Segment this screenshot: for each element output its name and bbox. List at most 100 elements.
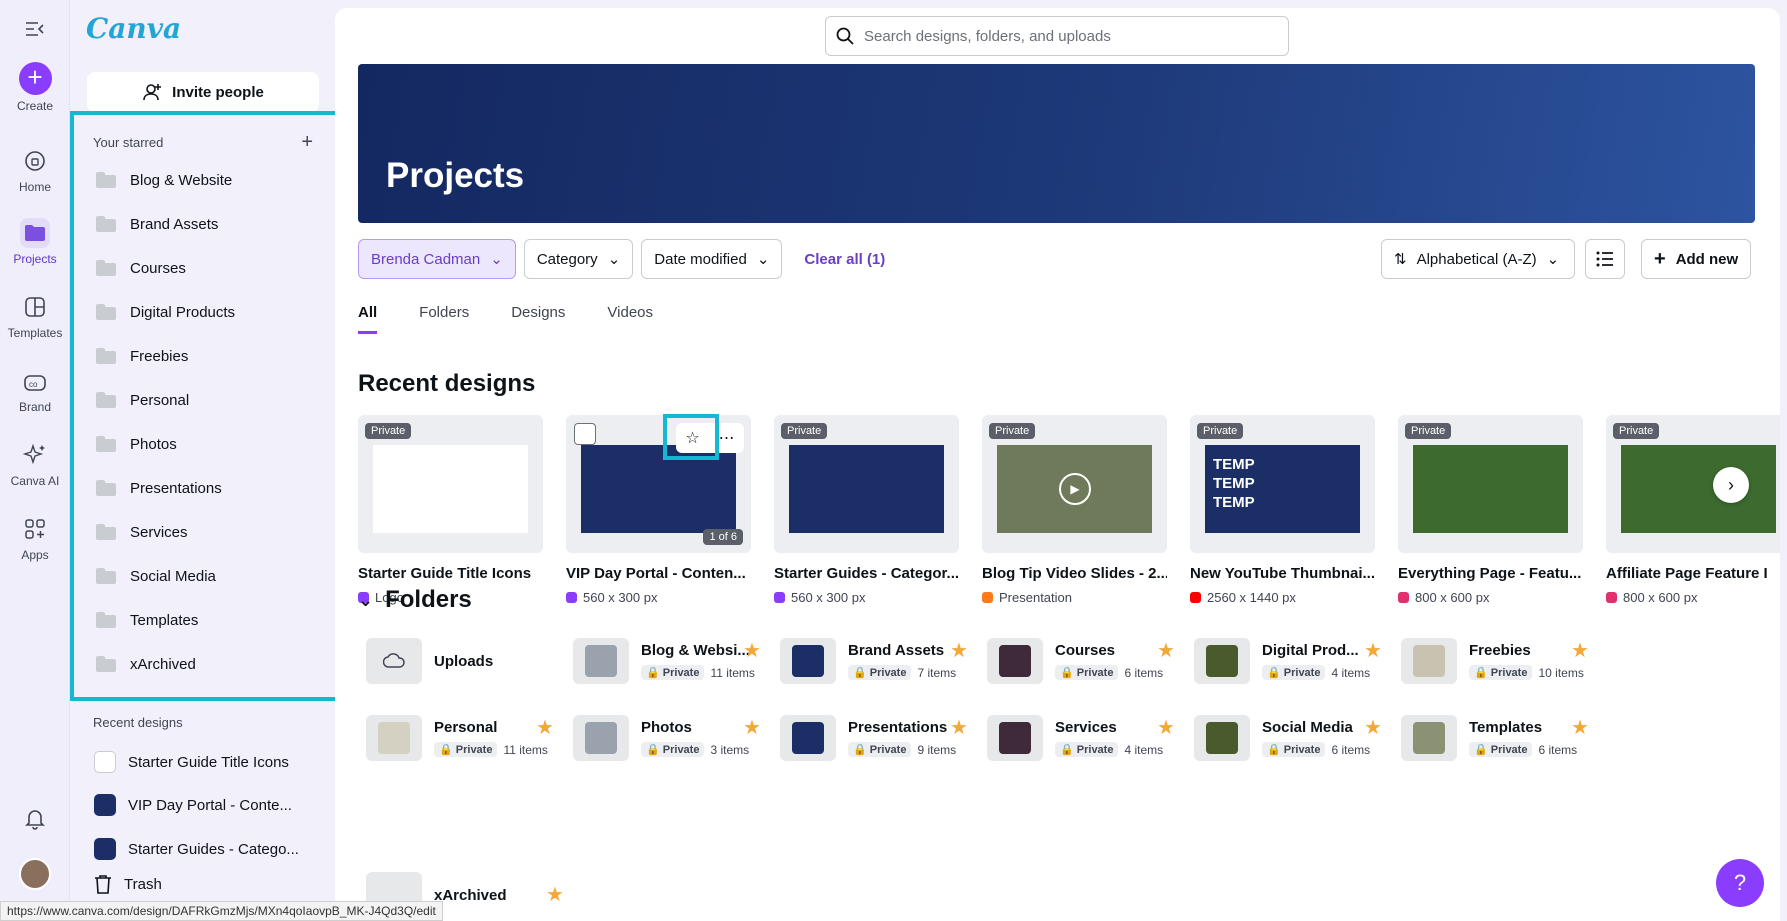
starred-folder-item[interactable]: Blog & Website [96,165,316,195]
starred-folder-item[interactable]: xArchived [96,649,316,679]
chevron-down-icon: ⌄ [756,251,770,268]
star-icon[interactable]: ★ [1157,638,1175,663]
design-thumbnail[interactable]: Private [774,415,959,553]
starred-folder-item[interactable]: Freebies [96,341,316,371]
folder-card[interactable]: Digital Prod... 🔒 Private 4 items ★ [1194,636,1414,686]
notifications-button[interactable] [0,804,70,838]
owner-filter[interactable]: Brenda Cadman ⌄ [358,239,516,279]
folder-card[interactable]: Courses 🔒 Private 6 items ★ [987,636,1207,686]
collapse-sidebar-button[interactable] [0,14,70,48]
add-new-button[interactable]: + Add new [1641,239,1752,279]
carousel-next-button[interactable]: › [1713,467,1749,503]
starred-folder-item[interactable]: Social Media [96,561,316,591]
star-icon[interactable]: ★ [950,715,968,740]
rail-item-projects[interactable]: Projects [0,218,70,266]
star-icon[interactable]: ★ [1157,715,1175,740]
starred-folder-item[interactable]: Courses [96,253,316,283]
design-card[interactable]: Private Starter Guide Title Icons Logo [358,415,543,605]
design-card[interactable]: Private ▶ Blog Tip Video Slides - 2... Pres… [982,415,1167,605]
rail-item-brand[interactable]: co Brand [0,366,70,414]
tab-videos[interactable]: Videos [607,304,653,334]
star-icon[interactable]: ★ [1571,638,1589,663]
design-thumbnail[interactable]: Private ▶ [982,415,1167,553]
tab-designs[interactable]: Designs [511,304,565,334]
chevron-down-icon: ⌄ [358,589,374,610]
starred-folder-item[interactable]: Photos [96,429,316,459]
design-card[interactable]: Private Everything Page - Featu... 800 x 6… [1398,415,1583,605]
folder-card[interactable]: Services 🔒 Private 4 items ★ [987,713,1207,763]
rail-item-apps[interactable]: Apps [0,514,70,562]
star-icon[interactable]: ★ [743,638,761,663]
more-icon[interactable]: ⋯ [719,428,735,448]
starred-folder-item[interactable]: Brand Assets [96,209,316,239]
recent-item[interactable]: Starter Guide Title Icons [94,747,319,777]
item-count: 10 items [1538,665,1584,680]
design-thumbnail[interactable]: Private [1398,415,1583,553]
design-preview: TEMP TEMP TEMP [1205,445,1360,533]
starred-folder-item[interactable]: Presentations [96,473,316,503]
star-icon[interactable]: ★ [546,882,564,907]
search-input[interactable]: Search designs, folders, and uploads [825,16,1289,56]
rail-label-apps: Apps [21,548,49,562]
star-icon[interactable]: ★ [536,715,554,740]
star-icon[interactable]: ★ [1364,638,1382,663]
folder-card[interactable]: Personal 🔒 Private 11 items ★ [366,713,586,763]
date-filter[interactable]: Date modified ⌄ [641,239,783,279]
design-card[interactable]: ☆ ⋯ 1 of 6 VIP Day Portal - Conten... 560 x … [566,415,751,605]
star-icon[interactable]: ★ [743,715,761,740]
design-thumbnail[interactable]: ☆ ⋯ 1 of 6 [566,415,751,553]
invite-people-button[interactable]: Invite people [87,72,319,112]
account-avatar[interactable] [0,858,70,894]
folder-card[interactable]: Blog & Websi... 🔒 Private 11 items ★ [573,636,793,686]
design-thumbnail[interactable]: Private [1606,415,1780,553]
search-icon [836,27,854,45]
trash-link[interactable]: Trash [94,874,162,894]
private-label: Private [1076,744,1114,756]
folder-card[interactable]: Freebies 🔒 Private 10 items ★ [1401,636,1621,686]
star-icon[interactable]: ★ [950,638,968,663]
rail-item-home[interactable]: Home [0,146,70,194]
clear-filters-link[interactable]: Clear all (1) [804,251,885,268]
design-thumbnail[interactable]: Private TEMP TEMP TEMP [1190,415,1375,553]
folder-card-uploads[interactable]: Uploads [366,636,586,686]
design-type-icon [1398,592,1409,603]
item-count: 11 items [710,665,755,680]
rail-item-canva-ai[interactable]: Canva AI [0,440,70,488]
help-button[interactable]: ? [1716,859,1764,907]
starred-folder-item[interactable]: Templates [96,605,316,635]
star-icon[interactable]: ★ [1571,715,1589,740]
category-filter[interactable]: Category ⌄ [523,239,634,279]
recent-item[interactable]: VIP Day Portal - Conte... [94,790,319,820]
design-card[interactable]: Private Affiliate Page Feature I 800 x 600… [1606,415,1780,605]
folders-heading[interactable]: ⌄ Folders [358,586,472,614]
folder-card[interactable]: Brand Assets 🔒 Private 7 items ★ [780,636,1000,686]
design-preview [1621,445,1776,533]
tab-folders[interactable]: Folders [419,304,469,334]
canva-logo[interactable]: Canva [86,12,181,45]
plus-icon: + [1654,247,1666,270]
private-label: Private [869,667,907,679]
folder-card[interactable]: Presentations 🔒 Private 9 items ★ [780,713,1000,763]
starred-folder-item[interactable]: Personal [96,385,316,415]
list-view-button[interactable] [1585,239,1625,279]
date-filter-label: Date modified [654,250,747,268]
sort-icon: ⇅ [1394,251,1407,268]
tab-all[interactable]: All [358,304,378,334]
star-icon[interactable]: ★ [1364,715,1382,740]
folder-card[interactable]: Templates 🔒 Private 6 items ★ [1401,713,1621,763]
rail-label-templates: Templates [7,326,63,340]
starred-folder-item[interactable]: Digital Products [96,297,316,327]
sort-dropdown[interactable]: ⇅ Alphabetical (A-Z) ⌄ [1381,239,1575,279]
add-starred-button[interactable]: + [301,131,313,154]
create-button[interactable]: + Create [0,62,70,113]
design-card[interactable]: Private Starter Guides - Categor... 560 x … [774,415,959,605]
folder-card[interactable]: Photos 🔒 Private 3 items ★ [573,713,793,763]
recent-item[interactable]: Starter Guides - Catego... [94,834,319,864]
design-thumbnail[interactable]: Private [358,415,543,553]
design-card[interactable]: Private TEMP TEMP TEMP New YouTube Thumbna… [1190,415,1375,605]
design-title: Blog Tip Video Slides - 2... [982,565,1167,582]
rail-item-templates[interactable]: Templates [0,292,70,340]
select-checkbox[interactable] [574,423,596,445]
starred-folder-item[interactable]: Services [96,517,316,547]
folder-card[interactable]: Social Media 🔒 Private 6 items ★ [1194,713,1414,763]
